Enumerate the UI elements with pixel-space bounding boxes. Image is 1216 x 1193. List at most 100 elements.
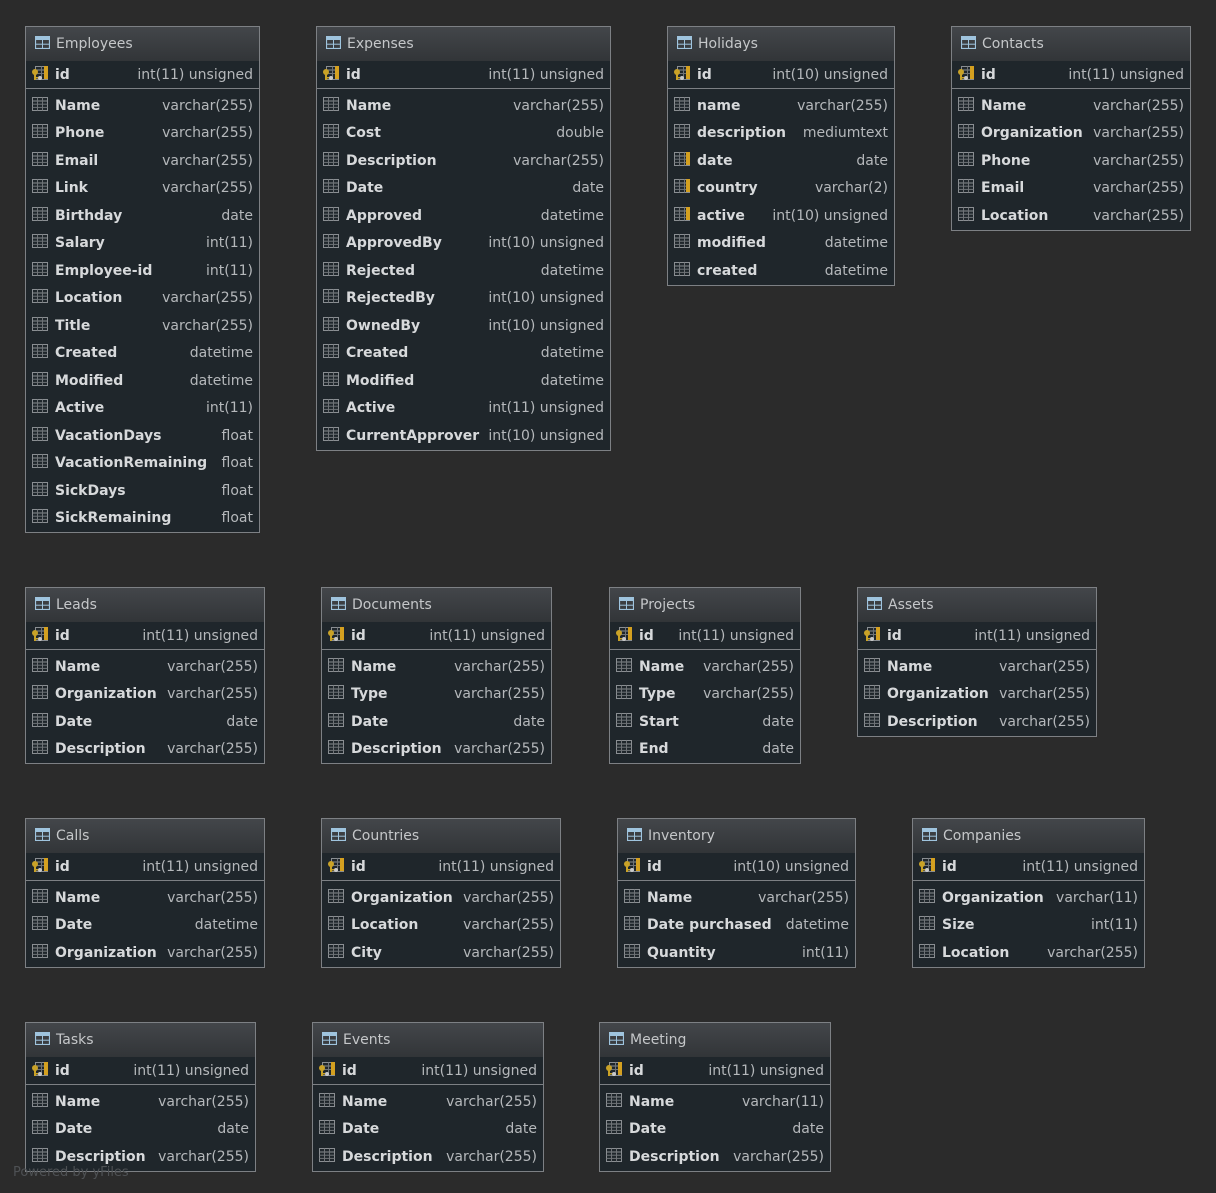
column-row[interactable]: Name varchar(255): [317, 92, 610, 120]
column-row[interactable]: City varchar(255): [322, 939, 560, 967]
column-row[interactable]: Created datetime: [26, 340, 259, 368]
column-row[interactable]: Employee-id int(11): [26, 257, 259, 285]
column-row[interactable]: RejectedBy int(10) unsigned: [317, 285, 610, 313]
column-row[interactable]: Description varchar(255): [317, 147, 610, 175]
table-header[interactable]: Inventory: [618, 819, 855, 853]
column-row[interactable]: active int(10) unsigned: [668, 202, 894, 230]
column-row[interactable]: Date date: [26, 1116, 255, 1144]
column-row[interactable]: Active int(11): [26, 395, 259, 423]
column-row[interactable]: Phone varchar(255): [952, 147, 1190, 175]
column-row[interactable]: Name varchar(11): [600, 1088, 830, 1116]
column-row[interactable]: name varchar(255): [668, 92, 894, 120]
column-row[interactable]: Approved datetime: [317, 202, 610, 230]
column-row[interactable]: Email varchar(255): [952, 175, 1190, 203]
column-row[interactable]: OwnedBy int(10) unsigned: [317, 312, 610, 340]
table-header[interactable]: Expenses: [317, 27, 610, 61]
primary-key-row[interactable]: id int(11) unsigned: [26, 853, 264, 881]
column-row[interactable]: Name varchar(255): [26, 92, 259, 120]
primary-key-row[interactable]: id int(11) unsigned: [313, 1057, 543, 1085]
column-row[interactable]: VacationDays float: [26, 422, 259, 450]
column-row[interactable]: Location varchar(255): [26, 285, 259, 313]
column-row[interactable]: Size int(11): [913, 912, 1144, 940]
primary-key-row[interactable]: id int(11) unsigned: [26, 1057, 255, 1085]
column-row[interactable]: Name varchar(255): [26, 653, 264, 681]
table-companies[interactable]: Companies id int(11) unsigned Organization v…: [912, 818, 1145, 968]
column-row[interactable]: Name varchar(255): [313, 1088, 543, 1116]
column-row[interactable]: Name varchar(255): [610, 653, 800, 681]
column-row[interactable]: Name varchar(255): [858, 653, 1096, 681]
table-projects[interactable]: Projects id int(11) unsigned Name varchar(25…: [609, 587, 801, 764]
column-row[interactable]: Date purchased datetime: [618, 912, 855, 940]
table-tasks[interactable]: Tasks id int(11) unsigned Name varchar(255) D…: [25, 1022, 256, 1172]
table-leads[interactable]: Leads id int(11) unsigned Name varchar(255) O…: [25, 587, 265, 764]
column-row[interactable]: Description varchar(255): [858, 708, 1096, 736]
table-holidays[interactable]: Holidays id int(10) unsigned name varchar(25…: [667, 26, 895, 286]
column-row[interactable]: SickDays float: [26, 477, 259, 505]
primary-key-row[interactable]: id int(11) unsigned: [913, 853, 1144, 881]
column-row[interactable]: created datetime: [668, 257, 894, 285]
column-row[interactable]: Active int(11) unsigned: [317, 395, 610, 423]
table-header[interactable]: Holidays: [668, 27, 894, 61]
column-row[interactable]: Start date: [610, 708, 800, 736]
column-row[interactable]: Location varchar(255): [952, 202, 1190, 230]
table-header[interactable]: Calls: [26, 819, 264, 853]
column-row[interactable]: End date: [610, 736, 800, 764]
primary-key-row[interactable]: id int(11) unsigned: [322, 622, 551, 650]
table-header[interactable]: Employees: [26, 27, 259, 61]
primary-key-row[interactable]: id int(11) unsigned: [610, 622, 800, 650]
table-countries[interactable]: Countries id int(11) unsigned Organization v…: [321, 818, 561, 968]
primary-key-row[interactable]: id int(11) unsigned: [952, 61, 1190, 89]
column-row[interactable]: Cost double: [317, 120, 610, 148]
column-row[interactable]: Organization varchar(255): [952, 120, 1190, 148]
table-documents[interactable]: Documents id int(11) unsigned Name varchar(2…: [321, 587, 552, 764]
table-header[interactable]: Contacts: [952, 27, 1190, 61]
table-events[interactable]: Events id int(11) unsigned Name varchar(255)…: [312, 1022, 544, 1172]
column-row[interactable]: Title varchar(255): [26, 312, 259, 340]
column-row[interactable]: Organization varchar(11): [913, 884, 1144, 912]
table-calls[interactable]: Calls id int(11) unsigned Name varchar(255) D…: [25, 818, 265, 968]
column-row[interactable]: Organization varchar(255): [322, 884, 560, 912]
column-row[interactable]: Email varchar(255): [26, 147, 259, 175]
primary-key-row[interactable]: id int(11) unsigned: [322, 853, 560, 881]
column-row[interactable]: modified datetime: [668, 230, 894, 258]
table-assets[interactable]: Assets id int(11) unsigned Name varchar(255)…: [857, 587, 1097, 737]
column-row[interactable]: Location varchar(255): [322, 912, 560, 940]
column-row[interactable]: CurrentApprover int(10) unsigned: [317, 422, 610, 450]
column-row[interactable]: Rejected datetime: [317, 257, 610, 285]
column-row[interactable]: Organization varchar(255): [26, 939, 264, 967]
column-row[interactable]: Type varchar(255): [610, 681, 800, 709]
column-row[interactable]: description mediumtext: [668, 120, 894, 148]
table-header[interactable]: Events: [313, 1023, 543, 1057]
column-row[interactable]: Birthday date: [26, 202, 259, 230]
column-row[interactable]: Description varchar(255): [313, 1143, 543, 1171]
primary-key-row[interactable]: id int(11) unsigned: [858, 622, 1096, 650]
table-employees[interactable]: Employees id int(11) unsigned Name varchar(2…: [25, 26, 260, 533]
primary-key-row[interactable]: id int(10) unsigned: [668, 61, 894, 89]
primary-key-row[interactable]: id int(11) unsigned: [26, 622, 264, 650]
column-row[interactable]: Name varchar(255): [952, 92, 1190, 120]
column-row[interactable]: SickRemaining float: [26, 505, 259, 533]
column-row[interactable]: Salary int(11): [26, 230, 259, 258]
column-row[interactable]: Phone varchar(255): [26, 120, 259, 148]
column-row[interactable]: Name varchar(255): [322, 653, 551, 681]
column-row[interactable]: date date: [668, 147, 894, 175]
column-row[interactable]: Description varchar(255): [26, 736, 264, 764]
column-row[interactable]: country varchar(2): [668, 175, 894, 203]
table-header[interactable]: Documents: [322, 588, 551, 622]
column-row[interactable]: Name varchar(255): [26, 1088, 255, 1116]
column-row[interactable]: Date date: [317, 175, 610, 203]
column-row[interactable]: Type varchar(255): [322, 681, 551, 709]
column-row[interactable]: Description varchar(255): [322, 736, 551, 764]
column-row[interactable]: Organization varchar(255): [858, 681, 1096, 709]
column-row[interactable]: VacationRemaining float: [26, 450, 259, 478]
column-row[interactable]: Date datetime: [26, 912, 264, 940]
table-header[interactable]: Assets: [858, 588, 1096, 622]
column-row[interactable]: Name varchar(255): [618, 884, 855, 912]
column-row[interactable]: Modified datetime: [26, 367, 259, 395]
column-row[interactable]: Created datetime: [317, 340, 610, 368]
table-expenses[interactable]: Expenses id int(11) unsigned Name varchar(25…: [316, 26, 611, 451]
column-row[interactable]: Name varchar(255): [26, 884, 264, 912]
primary-key-row[interactable]: id int(11) unsigned: [26, 61, 259, 89]
table-inventory[interactable]: Inventory id int(10) unsigned Name varchar(2…: [617, 818, 856, 968]
table-header[interactable]: Meeting: [600, 1023, 830, 1057]
